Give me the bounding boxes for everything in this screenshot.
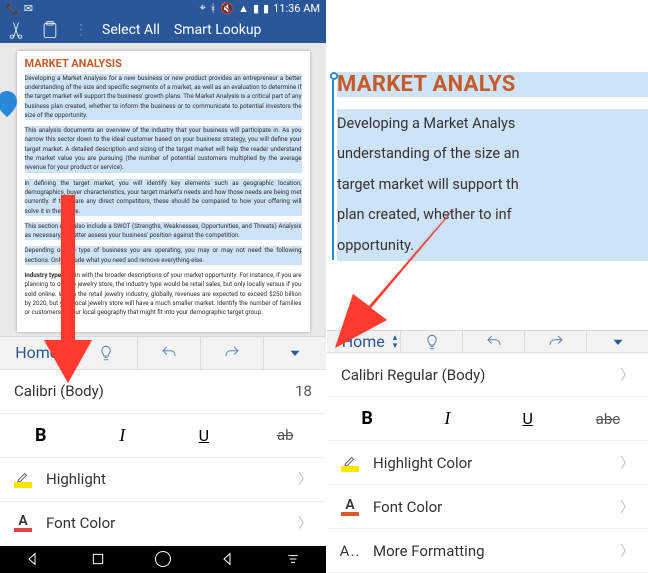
undo-button[interactable] <box>463 331 525 352</box>
chevron-right-icon: 〉 <box>608 541 634 561</box>
row-label: Highlight Color <box>373 454 608 472</box>
highlight-row[interactable]: Highlight Color 〉 <box>327 441 648 485</box>
underline-button[interactable]: U <box>163 414 245 458</box>
page: MARKET ANALYS Developing a Market Analys… <box>327 0 648 330</box>
triangle-down-icon <box>286 344 304 362</box>
bold-button[interactable]: B <box>327 397 407 441</box>
chevron-right-icon: 〉 <box>608 453 634 473</box>
row-label: Font Color <box>46 514 286 532</box>
ribbon-tab-home[interactable]: Home ▴▾ <box>327 331 401 352</box>
tab-label: Home <box>342 332 385 351</box>
doc-paragraph: Depending on the type of business you ar… <box>25 246 302 265</box>
document-area[interactable]: MARKET ANALYS Developing a Market Analys… <box>327 0 648 330</box>
android-navbar <box>0 546 326 573</box>
highlight-icon <box>14 470 32 488</box>
format-buttons-row: B I U ab <box>0 414 326 458</box>
redo-button[interactable] <box>525 331 587 352</box>
undo-icon <box>160 344 178 362</box>
collapse-ribbon-button[interactable] <box>587 331 648 352</box>
font-name: Calibri Regular (Body) <box>341 366 608 384</box>
tell-me-button[interactable] <box>401 331 463 352</box>
italic-button[interactable]: I <box>82 414 164 458</box>
underline-button[interactable]: U <box>488 397 568 441</box>
lightbulb-icon <box>97 344 115 362</box>
italic-button[interactable]: I <box>407 397 487 441</box>
nav-back-icon[interactable] <box>25 551 41 567</box>
row-label: More Formatting <box>373 542 608 560</box>
bold-button[interactable]: B <box>0 414 82 458</box>
document-area[interactable]: MARKET ANALYSIS Developing a Market Anal… <box>0 43 326 336</box>
more-formatting-row[interactable]: A.. More Formatting 〉 <box>327 529 648 573</box>
doc-paragraph: Developing a Market Analys understanding… <box>337 109 648 261</box>
font-color-row[interactable]: A Font Color 〉 <box>0 502 326 546</box>
location-icon: ⌖ <box>200 1 206 15</box>
triangle-down-icon <box>609 333 627 351</box>
context-toolbar: ⋮ Select All Smart Lookup <box>0 17 326 43</box>
smart-lookup-button[interactable]: Smart Lookup <box>174 22 262 38</box>
doc-paragraph: This section may also include a SWOT (St… <box>25 222 302 241</box>
chevron-updown-icon: ▴▾ <box>393 334 398 350</box>
doc-paragraph: Developing a Market Analysis for a new b… <box>25 74 302 120</box>
font-color-icon: A <box>341 498 359 516</box>
doc-paragraph: This analysis documents an overview of t… <box>25 126 302 172</box>
font-picker-row[interactable]: Calibri Regular (Body) 〉 <box>327 353 648 397</box>
nav-back2-icon[interactable] <box>220 551 236 567</box>
ribbon-bar: Home ▴▾ <box>327 330 648 353</box>
redo-button[interactable] <box>201 337 264 369</box>
doc-heading: MARKET ANALYS <box>337 72 648 97</box>
bluetooth-icon: ᚼ <box>210 2 217 15</box>
text-cursor <box>332 80 334 260</box>
font-color-icon: A <box>14 514 32 532</box>
ribbon-bar: Home ▴▾ <box>0 336 326 370</box>
doc-paragraph: Industry type: Begin with the broader de… <box>25 271 302 317</box>
row-label: Font Color <box>373 498 608 516</box>
cut-icon[interactable] <box>6 20 26 40</box>
page: MARKET ANALYSIS Developing a Market Anal… <box>17 51 310 332</box>
undo-button[interactable] <box>138 337 201 369</box>
redo-icon <box>223 344 241 362</box>
voicemail-icon: ✉ <box>24 2 33 15</box>
highlight-row[interactable]: Highlight 〉 <box>0 458 326 502</box>
font-picker-row[interactable]: Calibri (Body) 18 <box>0 370 326 414</box>
font-name: Calibri (Body) <box>14 382 295 400</box>
selection-handle-icon[interactable] <box>0 91 17 117</box>
phone-icon: 📞 <box>6 2 20 15</box>
chevron-right-icon: 〉 <box>286 513 312 533</box>
mute-icon: 🔇 <box>220 2 234 15</box>
battery-icon: ▮ <box>263 2 269 15</box>
chevron-right-icon: 〉 <box>286 469 312 489</box>
font-color-row[interactable]: A Font Color 〉 <box>327 485 648 529</box>
strike-button[interactable]: ab <box>245 414 327 458</box>
strike-button[interactable]: abc <box>568 397 648 441</box>
doc-heading: MARKET ANALYSIS <box>25 57 302 70</box>
font-size: 18 <box>295 382 312 400</box>
select-all-button[interactable]: Select All <box>102 22 160 38</box>
clock: 11:36 AM <box>273 2 320 15</box>
nav-menu-icon[interactable] <box>285 551 301 567</box>
highlight-icon <box>341 454 359 472</box>
status-bar: 📞 ✉ ⌖ ᚼ 🔇 ▲ ▮ ▮ 11:36 AM <box>0 0 326 17</box>
chevron-right-icon: 〉 <box>608 365 634 385</box>
doc-paragraph: In defining the target market, you will … <box>25 179 302 216</box>
undo-icon <box>485 333 503 351</box>
lightbulb-icon <box>423 333 441 351</box>
cursor-handle-icon[interactable] <box>330 72 338 80</box>
signal-icon: ▮ <box>253 2 259 15</box>
tab-label: Home <box>15 343 58 362</box>
nav-recent-icon[interactable] <box>90 551 106 567</box>
paste-icon[interactable] <box>40 20 60 40</box>
tell-me-button[interactable] <box>75 337 138 369</box>
collapse-ribbon-button[interactable] <box>264 337 326 369</box>
more-formatting-icon: A.. <box>341 542 359 560</box>
wifi-icon: ▲ <box>238 2 249 15</box>
ribbon-tab-home[interactable]: Home ▴▾ <box>0 337 75 369</box>
chevron-updown-icon: ▴▾ <box>66 345 71 361</box>
nav-home-icon[interactable] <box>155 551 171 567</box>
row-label: Highlight <box>46 470 286 488</box>
redo-icon <box>547 333 565 351</box>
chevron-right-icon: 〉 <box>608 497 634 517</box>
format-buttons-row: B I U abc <box>327 397 648 441</box>
